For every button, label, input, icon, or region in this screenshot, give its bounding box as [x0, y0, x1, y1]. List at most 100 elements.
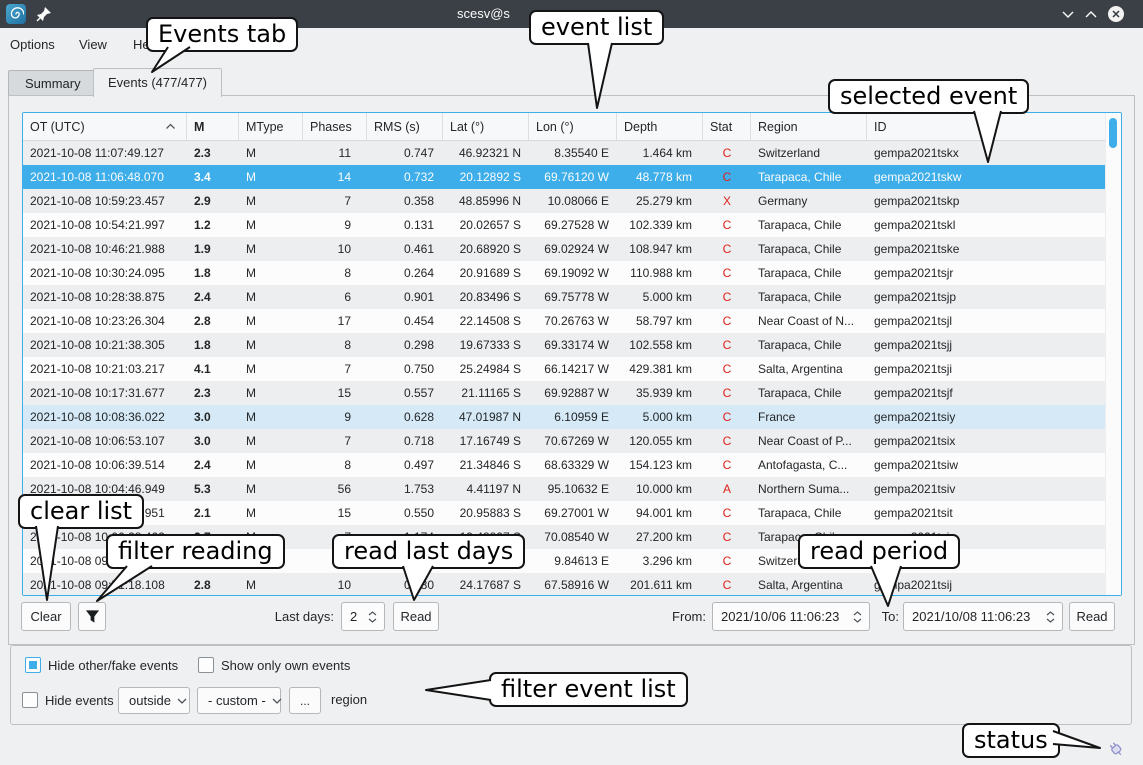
cell-rms: 0.298 [367, 338, 443, 352]
cell-depth: 108.947 km [617, 242, 703, 256]
cell-id: gempa2021tskx [867, 146, 1106, 160]
cell-phases: 8 [303, 338, 367, 352]
cell-lat: 22.14508 S [443, 314, 529, 328]
cell-region: Northern Suma... [751, 482, 867, 496]
cell-mtype: M [239, 146, 303, 160]
menu-view[interactable]: View [79, 28, 107, 62]
pin-icon[interactable] [36, 6, 52, 22]
cell-stat: C [703, 578, 751, 592]
cell-ot: 2021-10-08 10:54:21.997 [23, 218, 187, 232]
table-row[interactable]: 2021-10-08 10:59:23.4572.9M70.35848.8599… [23, 189, 1106, 213]
clear-button[interactable]: Clear [21, 602, 71, 631]
tab-summary[interactable]: Summary [8, 70, 98, 97]
table-row[interactable]: 2021-10-08 10:08:36.0223.0M90.62847.0198… [23, 405, 1106, 429]
callout-events-tab: Events tab [146, 17, 298, 52]
cell-region: Switzerland [751, 146, 867, 160]
table-row[interactable]: 2021-10-08 10:54:21.9971.2M90.13120.0265… [23, 213, 1106, 237]
table-row[interactable]: 2021-10-08 10:17:31.6772.3M150.55721.111… [23, 381, 1106, 405]
cell-mtype: M [239, 578, 303, 592]
cell-depth: 94.001 km [617, 506, 703, 520]
column-header-lat[interactable]: Lat (°) [443, 113, 529, 140]
cell-mtype: M [239, 506, 303, 520]
minimize-button[interactable] [1058, 4, 1078, 24]
maximize-button[interactable] [1081, 4, 1101, 24]
connection-status-icon[interactable] [1106, 738, 1126, 760]
table-row[interactable]: 2021-10-08 10:21:38.3051.8M80.29819.6733… [23, 333, 1106, 357]
cell-ot: 2021-10-08 10:30:24.095 [23, 266, 187, 280]
cell-region: Germany [751, 194, 867, 208]
table-row[interactable]: 2021-10-08 10:46:21.9881.9M100.46120.689… [23, 237, 1106, 261]
column-header-stat[interactable]: Stat [703, 113, 751, 140]
column-header-m[interactable]: M [187, 113, 239, 140]
table-row[interactable]: 2021-10-08 10:28:38.8752.4M60.90120.8349… [23, 285, 1106, 309]
table-row[interactable]: 2021-10-08 10:02:43.9512.1M150.55020.958… [23, 501, 1106, 525]
cell-phases: 11 [303, 146, 367, 160]
cell-lat: 21.11165 S [443, 386, 529, 400]
table-row[interactable]: 2021-10-08 10:04:46.9495.3M561.7534.4119… [23, 477, 1106, 501]
spinner-arrows-icon[interactable] [1042, 611, 1062, 623]
cell-ot: 2021-10-08 10:06:39.514 [23, 458, 187, 472]
table-row[interactable]: 2021-10-08 10:30:24.0951.8M80.26420.9168… [23, 261, 1106, 285]
seiscomp-app-icon[interactable] [6, 4, 26, 24]
cell-mtype: M [239, 170, 303, 184]
column-header-rms[interactable]: RMS (s) [367, 113, 443, 140]
cell-region: Tarapaca, Chile [751, 218, 867, 232]
table-row[interactable]: 2021-10-08 10:21:03.2174.1M70.75025.2498… [23, 357, 1106, 381]
spinner-arrows-icon[interactable] [364, 611, 384, 623]
menu-options[interactable]: Options [10, 28, 55, 62]
close-button[interactable] [1106, 4, 1126, 24]
cell-lat: 24.17687 S [443, 578, 529, 592]
spinner-arrows-icon[interactable] [849, 611, 869, 623]
sort-ascending-icon [165, 123, 176, 130]
cell-mtype: M [239, 386, 303, 400]
region-more-button[interactable]: ... [289, 687, 321, 714]
column-header-region[interactable]: Region [751, 113, 867, 140]
cell-phases: 14 [303, 170, 367, 184]
column-header-ot[interactable]: OT (UTC) [23, 113, 187, 140]
column-header-lon[interactable]: Lon (°) [529, 113, 617, 140]
cell-depth: 5.000 km [617, 290, 703, 304]
from-datetime-field[interactable]: 2021/10/06 11:06:23 [712, 602, 870, 631]
cell-ot: 2021-10-08 10:17:31.677 [23, 386, 187, 400]
cell-lon: 69.27528 W [529, 218, 617, 232]
filter-reading-button[interactable] [78, 602, 106, 631]
table-row[interactable]: 2021-10-08 10:23:26.3042.8M170.45422.145… [23, 309, 1106, 333]
cell-ot: 2021-10-08 10:46:21.988 [23, 242, 187, 256]
cell-phases: 15 [303, 386, 367, 400]
to-datetime-field[interactable]: 2021/10/08 11:06:23 [903, 602, 1063, 631]
cell-m: 1.8 [187, 338, 239, 352]
cell-depth: 154.123 km [617, 458, 703, 472]
cell-region: Tarapaca, Chile [751, 242, 867, 256]
tab-events[interactable]: Events (477/477) [93, 68, 222, 97]
column-header-mtype[interactable]: MType [239, 113, 303, 140]
cell-ot: 2021-10-08 10:28:38.875 [23, 290, 187, 304]
cell-rms: 0.280 [367, 578, 443, 592]
cell-id: gempa2021tsij [867, 578, 1106, 592]
event-list-table: OT (UTC)MMTypePhasesRMS (s)Lat (°)Lon (°… [22, 112, 1122, 596]
cell-stat: C [703, 410, 751, 424]
cell-mtype: M [239, 362, 303, 376]
cell-stat: C [703, 266, 751, 280]
table-row[interactable]: 2021-10-08 10:06:53.1073.0M70.71817.1674… [23, 429, 1106, 453]
table-row[interactable]: 2021-10-08 11:07:49.1272.3M110.74746.923… [23, 141, 1106, 165]
read-last-days-button[interactable]: Read [393, 602, 439, 631]
cell-lon: 70.67269 W [529, 434, 617, 448]
cell-stat: C [703, 170, 751, 184]
hide-events-scope-dropdown[interactable]: outside [118, 687, 190, 714]
column-header-depth[interactable]: Depth [617, 113, 703, 140]
last-days-spinbox[interactable]: 2 [341, 602, 385, 631]
vertical-scrollbar[interactable] [1105, 113, 1121, 595]
cell-lon: 69.92887 W [529, 386, 617, 400]
cell-region: Near Coast of N... [751, 314, 867, 328]
cell-lat: 21.34846 S [443, 458, 529, 472]
column-header-phases[interactable]: Phases [303, 113, 367, 140]
scrollbar-thumb[interactable] [1109, 118, 1117, 148]
table-row[interactable]: 2021-10-08 09:51:18.1082.8M100.28024.176… [23, 573, 1106, 595]
column-header-id[interactable]: ID [867, 113, 1121, 140]
region-preset-dropdown[interactable]: - custom - [197, 687, 281, 714]
table-row[interactable]: 2021-10-08 11:06:48.0703.4M140.73220.128… [23, 165, 1106, 189]
chevron-down-icon [266, 698, 290, 704]
table-row[interactable]: 2021-10-08 10:06:39.5142.4M80.49721.3484… [23, 453, 1106, 477]
cell-id: gempa2021tsjp [867, 290, 1106, 304]
read-period-button[interactable]: Read [1069, 602, 1115, 631]
